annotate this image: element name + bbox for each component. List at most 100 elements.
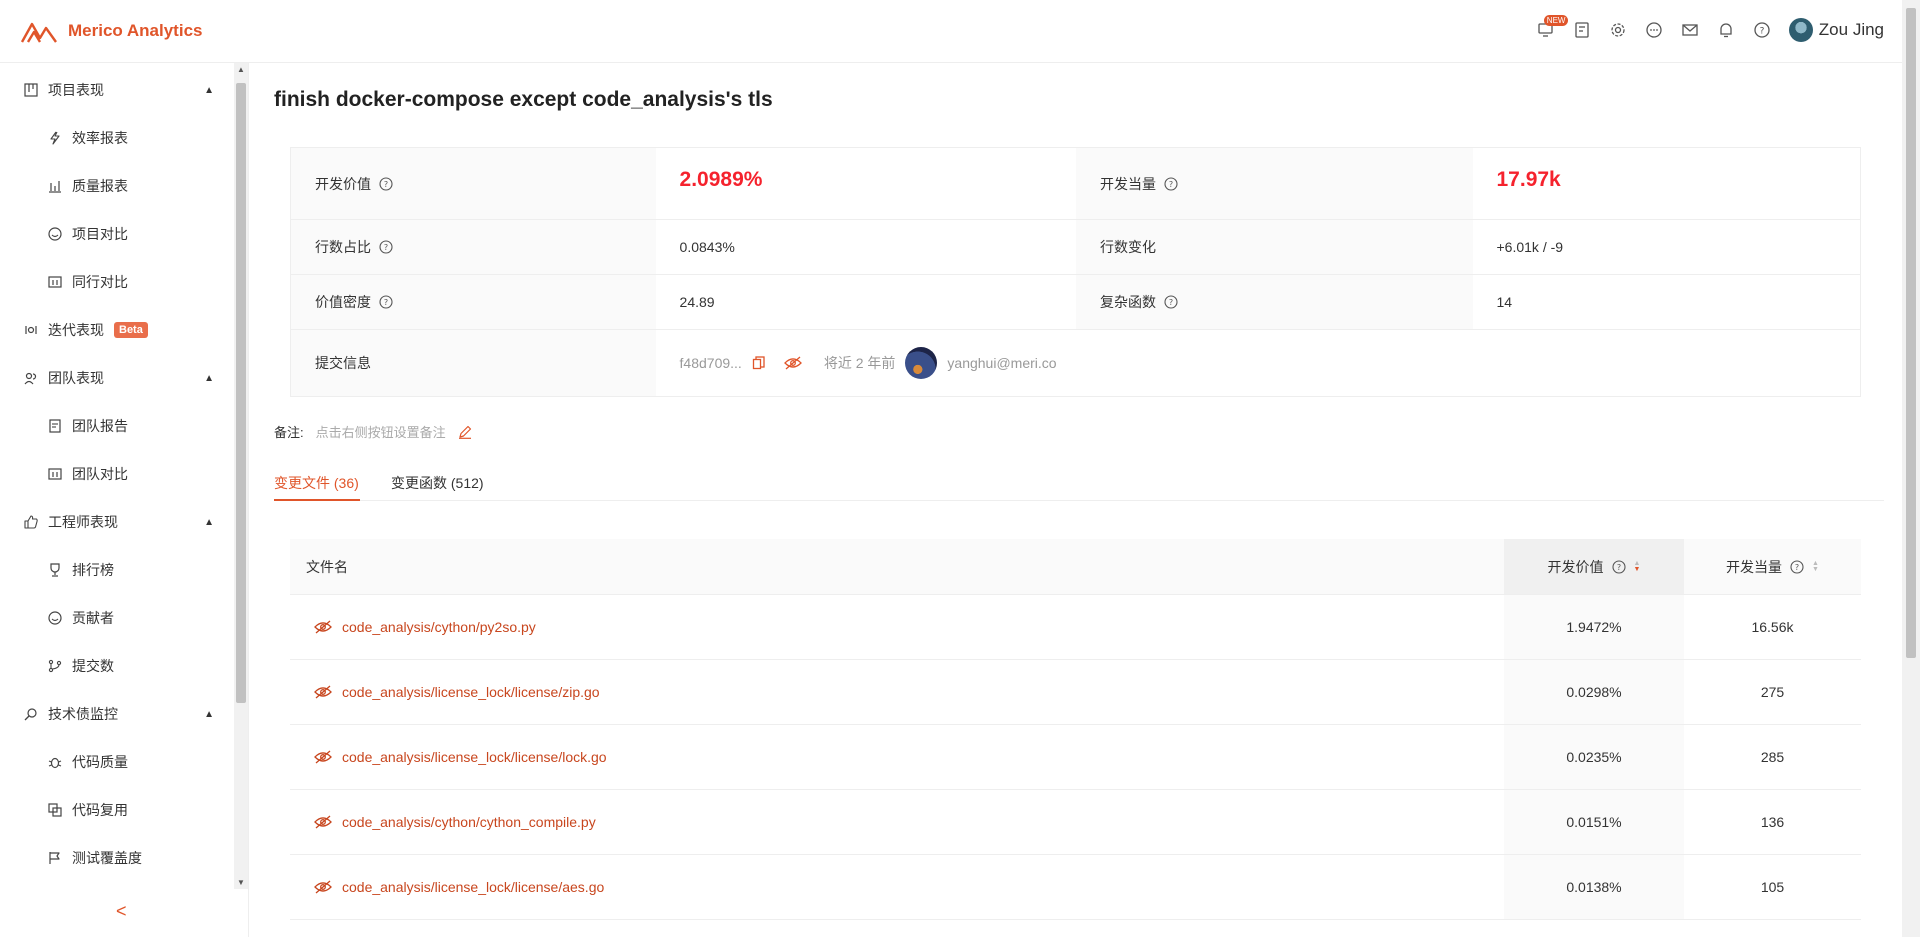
line-share: 0.0843% <box>679 239 735 255</box>
commit-metrics-table: 开发价值 ? 2.0989% 开发当量 ? 17.97k 行数占比 ? 0.08… <box>290 147 1861 397</box>
sidebar-scrollbar[interactable]: ▲ ▼ <box>234 63 248 889</box>
line-change-label-cell: 行数变化 <box>1076 220 1473 274</box>
monitor-new-icon[interactable]: NEW <box>1537 15 1569 39</box>
flag-icon <box>48 851 62 865</box>
sidebar-item-test-coverage[interactable]: 测试覆盖度 <box>48 848 142 868</box>
sidebar-nav: 项目表现 ▲ 效率报表 质量报表 项目对比 同行对比 迭代表现 Beta 团队表 <box>0 63 234 885</box>
dev-equiv-cell: 136 <box>1760 814 1785 830</box>
sidebar-item-contributors[interactable]: 贡献者 <box>48 608 114 628</box>
column-header-dev-equiv[interactable]: 开发当量 ? ▲ ▼ <box>1684 539 1861 594</box>
complex-func-cell: 14 <box>1473 275 1861 329</box>
sidebar-item-team-report[interactable]: 团队报告 <box>48 416 128 436</box>
file-link[interactable]: code_analysis/license_lock/license/zip.g… <box>342 684 600 700</box>
sidebar-item-code-quality[interactable]: 代码质量 <box>48 752 128 772</box>
eye-off-icon[interactable] <box>314 750 332 764</box>
metrics-row: 行数占比 ? 0.0843% 行数变化 +6.01k / -9 <box>291 220 1860 275</box>
sidebar-item-team-compare[interactable]: 团队对比 <box>48 464 128 484</box>
commit-label: 提交信息 <box>315 355 371 371</box>
file-link[interactable]: code_analysis/license_lock/license/lock.… <box>342 749 607 765</box>
file-link[interactable]: code_analysis/license_lock/license/aes.g… <box>342 879 604 895</box>
sidebar-group-iteration[interactable]: 迭代表现 Beta <box>24 320 214 340</box>
main-content: finish docker-compose except code_analys… <box>249 63 1902 937</box>
sidebar: 项目表现 ▲ 效率报表 质量报表 项目对比 同行对比 迭代表现 Beta 团队表 <box>0 63 234 937</box>
chat-icon[interactable] <box>1645 21 1663 39</box>
eye-off-icon[interactable] <box>314 685 332 699</box>
user-menu[interactable]: Zou Jing <box>1788 18 1884 42</box>
eye-off-icon[interactable] <box>314 620 332 634</box>
dev-equiv-cell: 105 <box>1760 879 1785 895</box>
dev-value: 2.0989% <box>679 168 763 191</box>
tab-changed-files[interactable]: 变更文件 (36) <box>274 473 359 493</box>
filename-cell: code_analysis/cython/cython_compile.py <box>290 790 1504 854</box>
line-change-label: 行数变化 <box>1100 239 1156 255</box>
sidebar-item-peer-compare[interactable]: 同行对比 <box>48 272 128 292</box>
dashboard-icon[interactable] <box>1573 21 1591 39</box>
help-icon[interactable]: ? <box>1164 295 1178 309</box>
help-icon[interactable]: ? <box>379 176 393 191</box>
file-link[interactable]: code_analysis/cython/py2so.py <box>342 619 536 635</box>
scroll-up-arrow-icon[interactable]: ▲ <box>237 65 245 74</box>
page-scrollbar[interactable] <box>1902 0 1920 937</box>
filename-cell: code_analysis/license_lock/license/aes.g… <box>290 855 1504 919</box>
header-toolbar: NEW ? Zou Jing <box>1537 15 1884 42</box>
sidebar-scroll-thumb[interactable] <box>236 83 246 703</box>
sidebar-item-code-reuse[interactable]: 代码复用 <box>48 800 128 820</box>
dev-value-label-cell: 开发价值 ? <box>291 148 656 219</box>
help-icon[interactable]: ? <box>379 295 393 309</box>
column-header-dev-value[interactable]: 开发价值 ? ▲ ▼ <box>1504 539 1684 594</box>
commit-info: f48d709... 将近 2 年前 yanghui@meri.co <box>680 347 1057 379</box>
sidebar-group-engineer[interactable]: 工程师表现 ▲ <box>24 512 214 532</box>
git-branch-icon <box>48 659 62 673</box>
tab-changed-functions[interactable]: 变更函数 (512) <box>391 473 484 493</box>
sidebar-item-project-compare[interactable]: 项目对比 <box>48 224 128 244</box>
help-icon[interactable]: ? <box>1753 21 1771 39</box>
sidebar-item-quality[interactable]: 质量报表 <box>48 176 128 196</box>
value-density: 24.89 <box>679 294 715 310</box>
chevron-up-icon: ▲ <box>204 516 214 528</box>
sidebar-item-label: 团队对比 <box>72 466 128 482</box>
mail-icon[interactable] <box>1681 21 1699 39</box>
sidebar-group-label: 项目表现 <box>48 82 104 98</box>
sidebar-item-leaderboard[interactable]: 排行榜 <box>48 560 114 580</box>
bell-icon[interactable] <box>1717 21 1735 39</box>
dev-value-label: 开发价值 <box>315 175 371 192</box>
filename-cell: code_analysis/cython/py2so.py <box>290 595 1504 659</box>
help-icon[interactable]: ? <box>1790 559 1804 574</box>
sort-icon[interactable]: ▲ ▼ <box>1634 560 1641 573</box>
bug-icon <box>48 755 62 769</box>
commit-author: yanghui@meri.co <box>947 355 1057 371</box>
eye-off-icon[interactable] <box>314 815 332 829</box>
sort-icon[interactable]: ▲ ▼ <box>1812 560 1819 573</box>
eye-off-icon[interactable] <box>314 880 332 894</box>
sidebar-group-team[interactable]: 团队表现 ▲ <box>24 368 214 388</box>
kanban-icon <box>24 83 38 97</box>
sidebar-group-tech-debt[interactable]: 技术债监控 ▲ <box>24 704 214 724</box>
sidebar-group-label: 团队表现 <box>48 370 104 386</box>
settings-gear-icon[interactable] <box>1609 21 1627 39</box>
page-title: finish docker-compose except code_analys… <box>274 88 773 111</box>
sidebar-group-project[interactable]: 项目表现 ▲ <box>24 80 214 100</box>
top-header: Merico Analytics NEW ? Zou Jing <box>0 0 1920 63</box>
svg-text:?: ? <box>1169 298 1173 307</box>
commit-hash: f48d709... <box>679 355 742 371</box>
help-icon[interactable]: ? <box>379 240 393 254</box>
brand[interactable]: Merico Analytics <box>20 18 202 44</box>
metrics-row: 提交信息 f48d709... 将近 2 年前 yanghui@meri.co <box>291 330 1860 396</box>
page-scroll-thumb[interactable] <box>1906 8 1916 658</box>
note-label: 备注: <box>274 425 304 440</box>
table-row: code_analysis/cython/py2so.py 1.9472% 16… <box>290 595 1861 660</box>
svg-text:?: ? <box>1169 180 1173 189</box>
chevron-up-icon: ▲ <box>204 708 214 720</box>
commit-label-cell: 提交信息 <box>291 330 656 396</box>
sidebar-collapse-button[interactable]: < <box>116 901 127 922</box>
eye-off-icon[interactable] <box>783 356 802 370</box>
edit-pencil-icon[interactable] <box>458 425 472 439</box>
copy-icon[interactable] <box>752 356 766 370</box>
help-icon[interactable]: ? <box>1164 176 1178 191</box>
file-link[interactable]: code_analysis/cython/cython_compile.py <box>342 814 596 830</box>
help-icon[interactable]: ? <box>1611 559 1626 574</box>
sidebar-item-efficiency[interactable]: 效率报表 <box>48 128 128 148</box>
table-row: code_analysis/license_lock/license/aes.g… <box>290 855 1861 920</box>
scroll-down-arrow-icon[interactable]: ▼ <box>237 878 245 887</box>
sidebar-item-commits[interactable]: 提交数 <box>48 656 114 676</box>
